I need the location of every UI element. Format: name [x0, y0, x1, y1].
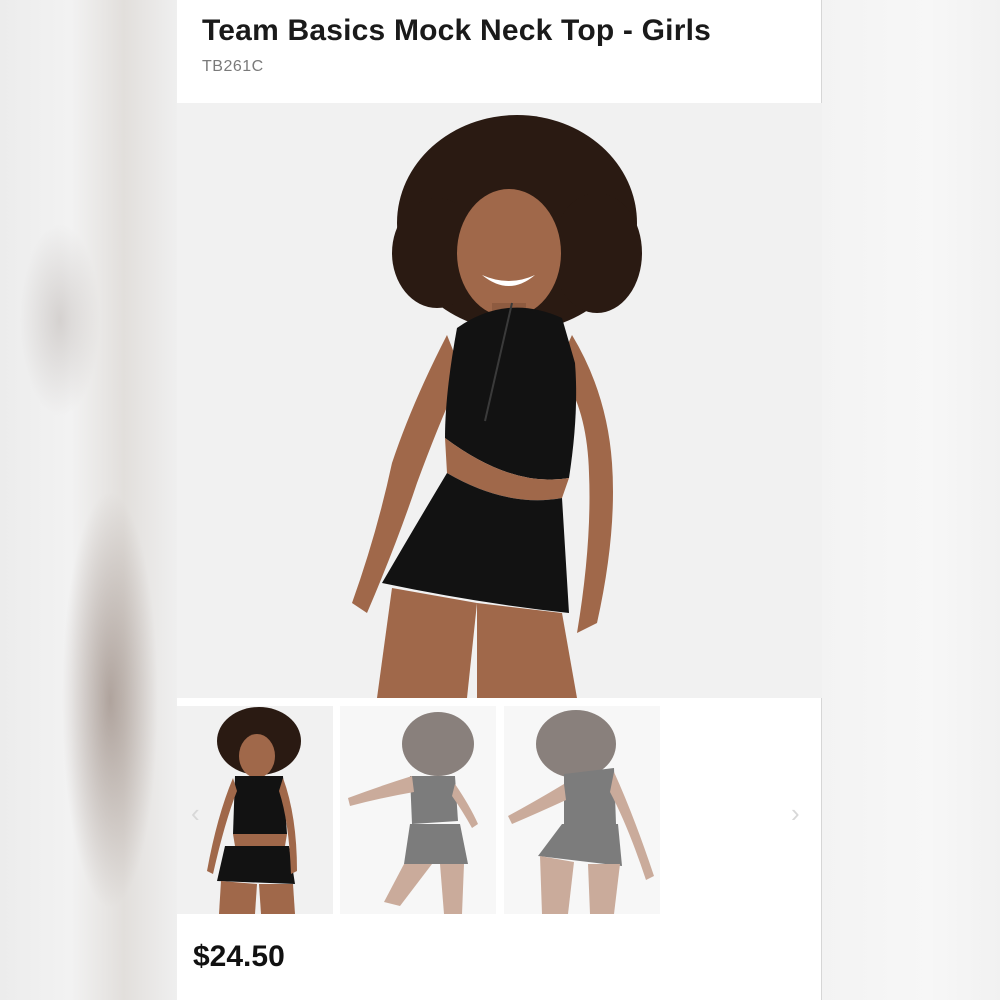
product-title: Team Basics Mock Neck Top - Girls — [202, 14, 711, 47]
product-sku: TB261C — [202, 58, 264, 75]
left-backdrop — [0, 0, 177, 1000]
product-price: $24.50 — [193, 940, 285, 973]
right-backdrop — [822, 0, 1000, 1000]
thumbnail-front[interactable] — [177, 706, 333, 914]
thumbnail-back[interactable] — [504, 706, 660, 914]
product-panel: Team Basics Mock Neck Top - Girls TB261C — [177, 0, 822, 1000]
product-main-image[interactable] — [177, 103, 822, 698]
chevron-right-icon[interactable]: › — [791, 800, 800, 826]
thumbnail-side[interactable] — [340, 706, 496, 914]
thumbnail-strip: ‹ › — [177, 706, 822, 914]
chevron-left-icon[interactable]: ‹ — [191, 800, 200, 826]
